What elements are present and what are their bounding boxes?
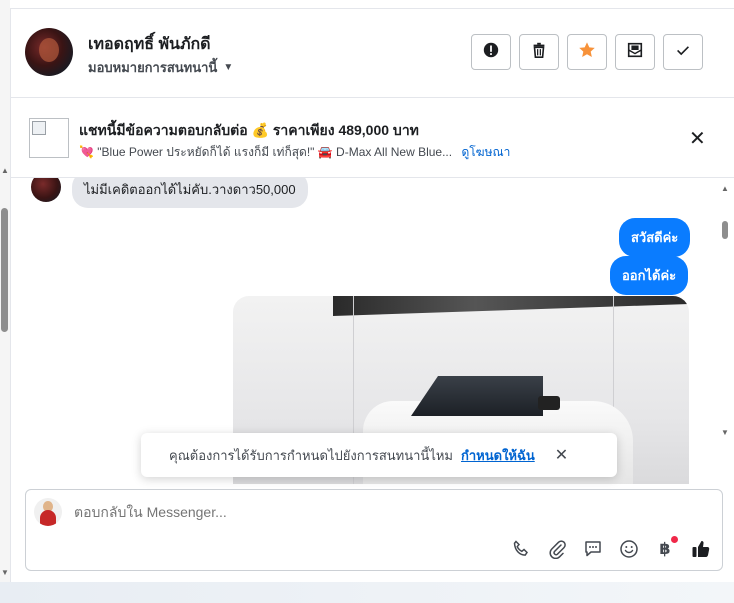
incoming-message-bubble: ไม่มีเคดิตออกได้ไม่คับ.วางดาว50,000 (72, 178, 308, 208)
page-scrollbar[interactable]: ▲ ▼ (0, 0, 10, 582)
page-footer-band (0, 582, 734, 603)
scroll-down-arrow-icon[interactable]: ▼ (721, 428, 729, 437)
message-scrollbar-thumb[interactable] (722, 221, 728, 239)
close-icon[interactable]: ✕ (555, 445, 568, 465)
page-avatar (34, 498, 62, 526)
thumbs-up-icon[interactable] (690, 538, 712, 560)
assign-to-me-link[interactable]: กำหนดให้ฉัน (461, 445, 535, 466)
conversation-header: เทอดฤทธิ์ พันภักดี มอบหมายการสนทนานี้ ▼ (11, 9, 734, 98)
close-icon[interactable]: ✕ (689, 126, 706, 151)
reply-input[interactable] (74, 504, 634, 520)
composer-toolbar: ฿ (510, 536, 712, 560)
notification-dot (671, 536, 678, 543)
sender-avatar (31, 178, 61, 202)
star-icon (578, 41, 596, 64)
alert-circle-icon (482, 41, 500, 64)
phone-icon[interactable] (510, 538, 532, 560)
outgoing-message-bubble: สวัสดีค่ะ (619, 218, 691, 257)
star-button[interactable] (567, 34, 607, 70)
baht-payment-icon[interactable]: ฿ (654, 536, 678, 560)
emoji-icon[interactable] (618, 538, 640, 560)
conversation-panel: เทอดฤทธิ์ พันภักดี มอบหมายการสนทนานี้ ▼ (10, 8, 734, 582)
view-ad-link[interactable]: ดูโฆษณา (461, 145, 510, 159)
trash-icon (530, 41, 548, 64)
ad-thumbnail-image[interactable] (29, 118, 69, 158)
header-actions (471, 34, 703, 70)
ad-reply-banner: แชทนี้มีข้อความตอบกลับต่อ 💰 ราคาเพียง 48… (11, 98, 734, 178)
ad-banner-description: 💘 "Blue Power ประหยัดก็ได้ แรงก็มี เท่ก็… (79, 145, 453, 159)
delete-button[interactable] (519, 34, 559, 70)
scroll-down-arrow-icon[interactable]: ▼ (1, 568, 9, 577)
message-scrollbar[interactable]: ▲ ▼ (719, 178, 731, 448)
assign-label: มอบหมายการสนทนานี้ (88, 60, 218, 75)
contact-avatar[interactable] (25, 28, 73, 76)
contact-name[interactable]: เทอดฤทธิ์ พันภักดี (88, 32, 211, 57)
mark-unread-button[interactable] (615, 34, 655, 70)
done-button[interactable] (663, 34, 703, 70)
assign-to-me-prompt: คุณต้องการได้รับการกำหนดไปยังการสนทนานี้… (141, 433, 617, 477)
ad-banner-subtitle: 💘 "Blue Power ประหยัดก็ได้ แรงก็มี เท่ก็… (79, 143, 510, 162)
paperclip-icon[interactable] (546, 538, 568, 560)
outgoing-message-bubble: ออกได้ค่ะ (610, 256, 689, 295)
caret-down-icon: ▼ (223, 62, 234, 73)
scroll-up-arrow-icon[interactable]: ▲ (1, 166, 9, 175)
message-composer: ฿ (25, 489, 723, 571)
ad-banner-title: แชทนี้มีข้อความตอบกลับต่อ 💰 ราคาเพียง 48… (79, 122, 419, 138)
spam-button[interactable] (471, 34, 511, 70)
page-scrollbar-thumb[interactable] (1, 208, 8, 332)
assign-conversation-dropdown[interactable]: มอบหมายการสนทนานี้ ▼ (88, 57, 233, 78)
scroll-up-arrow-icon[interactable]: ▲ (721, 184, 729, 193)
saved-reply-icon[interactable] (582, 538, 604, 560)
assign-prompt-text: คุณต้องการได้รับการกำหนดไปยังการสนทนานี้… (169, 447, 453, 463)
check-icon (674, 41, 692, 64)
open-envelope-icon (626, 41, 644, 64)
